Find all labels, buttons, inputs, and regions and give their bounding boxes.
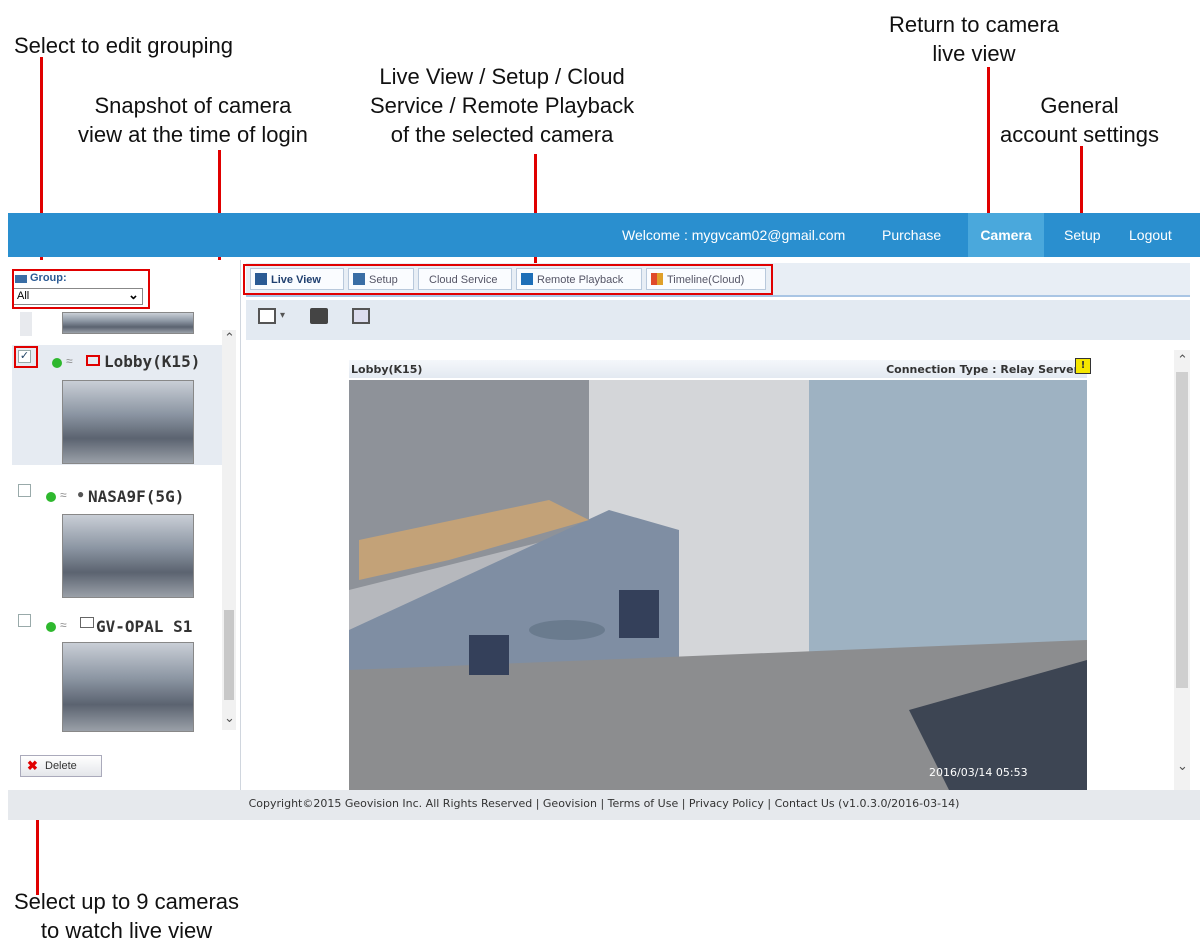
callout-account-line1: General [1040,93,1119,118]
checkbox-highlight [14,346,38,368]
callout-account: General account settings [1000,91,1159,149]
callout-account-line2: account settings [1000,122,1159,147]
camera-thumbnail-partial [62,312,194,334]
camera-feed-image [349,380,1087,790]
scroll-down-icon[interactable]: ⌄ [1177,758,1188,774]
record-icon [86,355,100,366]
viewer-scrollbar-thumb[interactable] [1176,372,1188,688]
live-camera-feed[interactable]: 2016/03/14 05:53 [349,380,1087,790]
camera-header-bar: Lobby(K15) Connection Type : Relay Serve… [349,358,1091,378]
tabs-highlight [243,264,773,295]
layout-icon[interactable] [258,308,276,324]
camera-3-name[interactable]: GV-OPAL S1 [96,617,192,636]
callout-snapshot-line1: Snapshot of camera [94,93,292,118]
fullscreen-icon[interactable] [352,308,370,324]
scroll-up-icon[interactable]: ⌃ [1177,352,1188,368]
camera-1-thumbnail[interactable] [62,380,194,464]
camera-type-icon [80,617,94,628]
camera-2-thumbnail[interactable] [62,514,194,598]
snapshot-icon[interactable] [310,308,328,324]
viewer-toolbar [246,300,1190,340]
callout-tabs: Live View / Setup / Cloud Service / Remo… [370,62,634,149]
scroll-up-icon[interactable]: ⌃ [224,330,235,346]
top-navbar: Welcome : mygvcam02@gmail.com Purchase C… [8,213,1200,257]
camera-2-checkbox[interactable] [18,484,31,497]
camera-3-thumbnail[interactable] [62,642,194,732]
online-status-icon [46,622,56,632]
callout-grouping: Select to edit grouping [14,33,233,58]
page-footer: Copyright©2015 Geovision Inc. All Rights… [8,790,1200,820]
leader-account [1080,146,1083,216]
feed-timestamp: 2016/03/14 05:53 [929,766,1028,779]
footer-text: Copyright©2015 Geovision Inc. All Rights… [248,797,960,810]
callout-select-line2: to watch live view [40,918,213,943]
group-highlight [12,269,150,309]
online-status-icon [46,492,56,502]
wifi-icon: ≈ [60,618,67,632]
camera-3-checkbox[interactable] [18,614,31,627]
callout-camera: Return to camera live view [889,10,1059,68]
online-status-icon [52,358,62,368]
nav-setup[interactable]: Setup [1064,213,1101,257]
callout-snapshot-line2: view at the time of login [78,122,308,147]
delete-icon: ✖ [27,758,38,773]
nav-camera[interactable]: Camera [968,213,1044,257]
callout-camera-line2: live view [932,41,1016,66]
wifi-icon: ≈ [60,488,67,502]
list-scrollbar-thumb[interactable] [224,610,234,700]
scroll-down-icon[interactable]: ⌄ [224,710,235,726]
nav-purchase[interactable]: Purchase [882,213,941,257]
callout-camera-line1: Return to camera [889,12,1059,37]
callout-snapshot: Snapshot of camera view at the time of l… [78,91,308,149]
wifi-icon: ≈ [66,354,73,368]
delete-button[interactable]: ✖ Delete [20,755,102,777]
warning-icon[interactable]: ! [1075,358,1091,374]
callout-tabs-line3: of the selected camera [390,122,614,147]
leader-camera [987,67,990,217]
list-item-partial [20,312,32,336]
callout-select-cameras: Select up to 9 cameras to watch live vie… [14,887,239,945]
layout-dropdown-icon[interactable]: ▾ [280,310,285,321]
camera-1-name[interactable]: Lobby(K15) [104,352,200,371]
callout-select-line1: Select up to 9 cameras [14,889,240,914]
viewer-camera-name: Lobby(K15) [351,363,423,376]
welcome-text: Welcome : mygvcam02@gmail.com [622,227,846,243]
nav-logout[interactable]: Logout [1129,213,1172,257]
delete-label: Delete [45,760,77,772]
callout-tabs-line2: Service / Remote Playback [370,93,635,118]
callout-tabs-line1: Live View / Setup / Cloud [379,64,625,89]
connection-type: Connection Type : Relay Server [886,363,1079,376]
mic-icon: ● [77,487,85,501]
camera-2-name[interactable]: NASA9F(5G) [88,487,184,506]
